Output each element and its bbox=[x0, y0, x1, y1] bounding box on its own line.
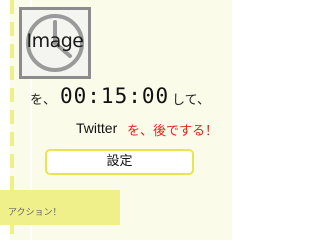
settings-button[interactable]: 設定 bbox=[45, 149, 194, 175]
service-name[interactable]: Twitter bbox=[76, 120, 117, 136]
image-label: Image bbox=[26, 30, 84, 52]
action-label: アクション！ bbox=[8, 208, 62, 218]
image-placeholder[interactable]: Image bbox=[19, 7, 91, 79]
particle-shite: して、 bbox=[172, 93, 210, 108]
action-panel[interactable]: アクション！ bbox=[0, 190, 120, 225]
time-value[interactable]: 00:15:00 bbox=[60, 84, 169, 108]
action-message: を、後でする！ bbox=[127, 124, 219, 139]
particle-wo: を、 bbox=[30, 93, 57, 108]
